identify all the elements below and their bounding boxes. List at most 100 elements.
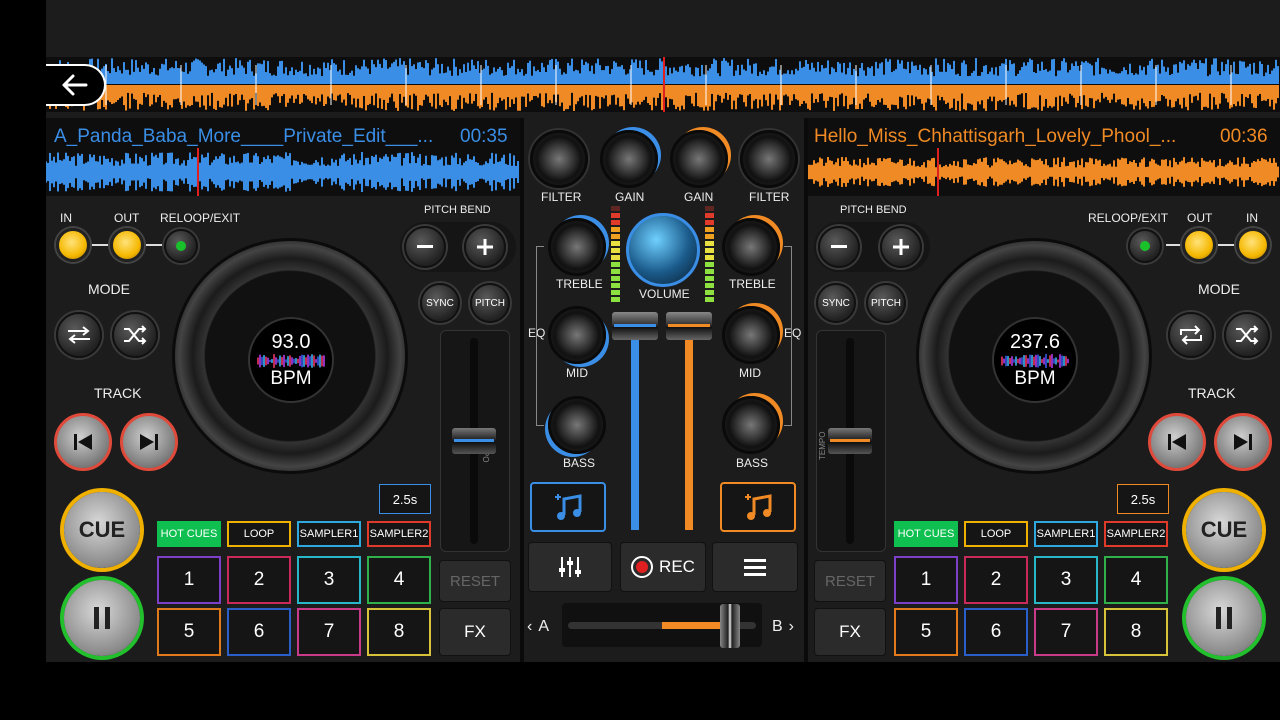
deck-a-pad-6[interactable]: 6 [227,608,291,656]
bass-a-knob[interactable] [548,396,606,454]
record-button[interactable]: REC [620,542,706,592]
back-button[interactable] [46,64,106,106]
master-volume-knob[interactable] [626,213,700,287]
deck-a-pad-5[interactable]: 5 [157,608,221,656]
deck-b-mode-label: MODE [1198,281,1240,297]
deck-a-tab-sampler2[interactable]: SAMPLER2 [367,521,431,547]
deck-b-pitch-bend-plus[interactable] [880,226,922,268]
deck-a-pad-2[interactable]: 2 [227,556,291,604]
deck-b-tab-sampler1[interactable]: SAMPLER1 [1034,521,1098,547]
deck-b-loop-in-button[interactable] [1236,228,1270,262]
deck-b-pad-2[interactable]: 2 [964,556,1028,604]
deck-b-cue-button[interactable]: CUE [1186,492,1262,568]
deck-b-previous-button[interactable] [1148,413,1206,471]
deck-a-fx-button[interactable]: FX [439,608,511,656]
deck-b-pad-8[interactable]: 8 [1104,608,1168,656]
mixer-eq-button[interactable] [528,542,612,592]
deck-b-mode-repeat-button[interactable] [1168,312,1214,358]
deck-b-tempo-slider[interactable] [828,428,872,454]
gain-b-label: GAIN [684,190,714,204]
deck-a-next-button[interactable] [120,413,178,471]
deck-a-play-pause-button[interactable] [64,580,140,656]
deck-a-pad-8[interactable]: 8 [367,608,431,656]
deck-a-pad-4[interactable]: 4 [367,556,431,604]
deck-a-mode-shuffle-button[interactable] [112,312,158,358]
menu-button[interactable] [712,542,798,592]
deck-b-reset-button[interactable]: RESET [814,560,886,602]
deck-b-tab-sampler2[interactable]: SAMPLER2 [1104,521,1168,547]
deck-b-step-button[interactable]: 2.5s [1117,484,1169,514]
deck-a-pitch-bend-minus[interactable] [404,226,446,268]
deck-b-tab-hot-cues[interactable]: HOT CUES [894,521,958,547]
mid-a-knob[interactable] [548,306,606,364]
deck-b-mode-shuffle-button[interactable] [1224,312,1270,358]
connector [1218,244,1234,246]
filter-b-label: FILTER [749,190,790,204]
deck-a-cue-button[interactable]: CUE [64,492,140,568]
minus-icon [831,245,847,248]
deck-a-loop-out-button[interactable] [110,228,144,262]
deck-a-waveform[interactable] [46,148,520,196]
add-music-b-button[interactable] [720,482,796,532]
eq-a-bracket [536,246,544,426]
deck-a-bpm-display: 93.0 BPM [248,317,334,403]
deck-a-reset-button[interactable]: RESET [439,560,511,602]
deck-b-pad-3[interactable]: 3 [1034,556,1098,604]
pause-icon [94,607,110,629]
deck-a-step-button[interactable]: 2.5s [379,484,431,514]
deck-a-mode-repeat-button[interactable] [56,312,102,358]
deck-b-pitch-bend-minus[interactable] [818,226,860,268]
divider-right [804,118,808,662]
deck-b-pad-4[interactable]: 4 [1104,556,1168,604]
gain-a-label: GAIN [615,190,645,204]
deck-b-bpm-value: 237.6 [1009,330,1061,353]
deck-a-tab-sampler1[interactable]: SAMPLER1 [297,521,361,547]
deck-b-pad-1[interactable]: 1 [894,556,958,604]
deck-b-next-button[interactable] [1214,413,1272,471]
treble-a-knob[interactable] [548,218,606,276]
deck-a-track-title: A_Panda_Baba_More____Private_Edit___... [54,126,434,147]
treble-b-knob[interactable] [722,218,780,276]
add-music-a-button[interactable] [530,482,606,532]
deck-a-tab-hot-cues[interactable]: HOT CUES [157,521,221,547]
deck-a-pitch-bend-plus[interactable] [464,226,506,268]
deck-b-bpm-unit: BPM [1014,367,1056,389]
deck-a-pad-7[interactable]: 7 [297,608,361,656]
deck-a-loop-in-button[interactable] [56,228,90,262]
deck-b-pitch-button[interactable]: PITCH [866,283,906,323]
crossfader-handle[interactable] [719,604,740,648]
deck-b-loop-out-button[interactable] [1182,228,1216,262]
filter-b-knob[interactable] [740,130,798,188]
deck-a-pad-1[interactable]: 1 [157,556,221,604]
channel-b-fader[interactable] [666,312,712,340]
deck-b-sync-button[interactable]: SYNC [816,283,856,323]
deck-a-pad-3[interactable]: 3 [297,556,361,604]
deck-b-pad-7[interactable]: 7 [1034,608,1098,656]
deck-b-play-pause-button[interactable] [1186,580,1262,656]
deck-b-track-title: Hello_Miss_Chhattisgarh_Lovely_Phool_... [814,126,1177,147]
deck-a-track-label: TRACK [94,385,142,401]
repeat-icon [68,326,90,344]
plus-icon [477,239,493,255]
bass-b-knob[interactable] [722,396,780,454]
gain-a-knob[interactable] [600,130,658,188]
deck-b-pad-5[interactable]: 5 [894,608,958,656]
deck-a-tab-loop[interactable]: LOOP [227,521,291,547]
deck-a-sync-button[interactable]: SYNC [420,283,460,323]
filter-a-knob[interactable] [530,130,588,188]
deck-b-pad-6[interactable]: 6 [964,608,1028,656]
deck-a-tempo-slider[interactable] [452,428,496,454]
deck-a-previous-button[interactable] [54,413,112,471]
deck-b-fx-button[interactable]: FX [814,608,886,656]
deck-b-waveform[interactable] [806,148,1280,196]
deck-b-reloop-button[interactable] [1128,229,1162,263]
connector [92,244,108,246]
overview-waveform[interactable] [46,57,1280,112]
mid-b-knob[interactable] [722,306,780,364]
deck-b-out-label: OUT [1187,211,1213,225]
deck-a-pitch-button[interactable]: PITCH [470,283,510,323]
gain-b-knob[interactable] [670,130,728,188]
deck-a-reloop-button[interactable] [164,229,198,263]
deck-b-tab-loop[interactable]: LOOP [964,521,1028,547]
channel-a-fader[interactable] [612,312,658,340]
